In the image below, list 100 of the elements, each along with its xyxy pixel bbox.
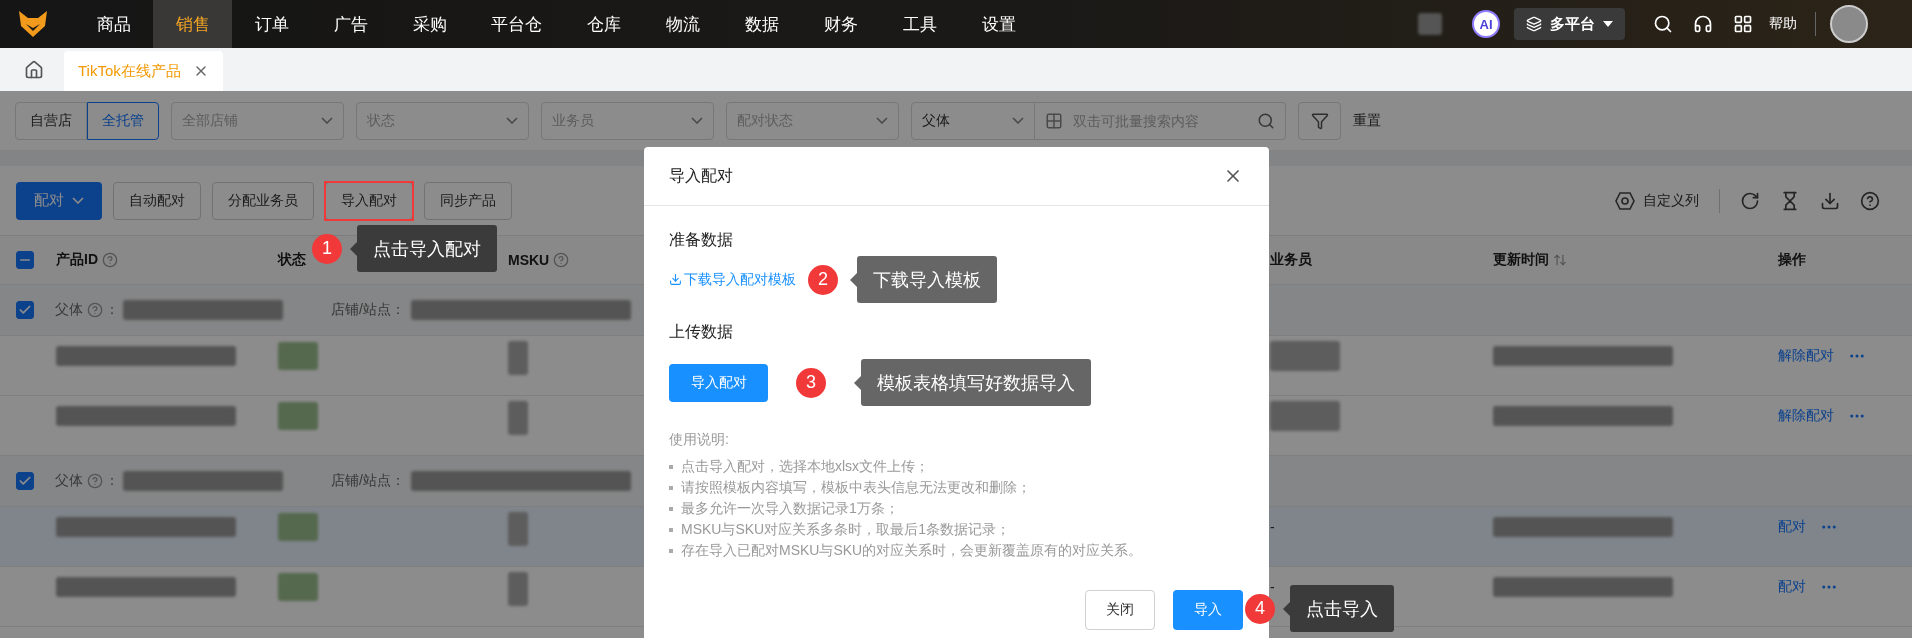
import-button[interactable]: 导入 bbox=[1173, 590, 1243, 630]
colon-text: ： bbox=[105, 301, 119, 319]
instruction-text: MSKU与SKU对应关系多条时，取最后1条数据记录； bbox=[681, 520, 1011, 539]
redacted-block bbox=[508, 341, 528, 375]
search-icon bbox=[1257, 111, 1275, 130]
column-header: 更新时间 bbox=[1493, 251, 1549, 269]
toolbar-button[interactable]: 分配业务员 bbox=[212, 181, 314, 220]
store-label: 店铺/站点： bbox=[331, 301, 405, 319]
redacted-block bbox=[278, 513, 318, 541]
instructions-heading: 使用说明: bbox=[669, 430, 730, 449]
store-type-toggle[interactable]: 自营店 bbox=[15, 101, 87, 140]
nav-menu-item[interactable]: 平台仓 bbox=[469, 0, 564, 48]
chevron-down-icon bbox=[1012, 117, 1024, 124]
instruction-text: 请按照模板内容填写，模板中表头信息无法更改和删除； bbox=[681, 478, 1031, 497]
scope-select[interactable]: 父体 bbox=[911, 101, 1035, 140]
grid-icon[interactable] bbox=[1733, 14, 1753, 34]
download-template-link[interactable]: 下载导入配对模板 bbox=[669, 270, 796, 289]
toolbar-button[interactable]: 同步产品 bbox=[424, 181, 512, 220]
redacted-block bbox=[1270, 341, 1340, 371]
row-checkbox[interactable] bbox=[16, 472, 34, 490]
help-link[interactable]: 帮助 bbox=[1769, 15, 1797, 33]
callout-tooltip: 下载导入模板 bbox=[857, 256, 997, 303]
nav-menu-item[interactable]: 广告 bbox=[311, 0, 390, 48]
redacted-block bbox=[508, 572, 528, 606]
refresh-icon[interactable] bbox=[1740, 190, 1760, 211]
toolbar-button[interactable]: 导入配对 bbox=[325, 181, 413, 220]
help-icon[interactable] bbox=[1860, 190, 1880, 211]
custom-columns-button[interactable]: 自定义列 bbox=[1615, 190, 1699, 211]
action-link[interactable]: 配对 bbox=[1778, 578, 1806, 596]
import-pairing-button[interactable]: 导入配对 bbox=[669, 363, 768, 402]
help-icon[interactable] bbox=[102, 252, 118, 268]
section-heading: 上传数据 bbox=[669, 322, 734, 342]
action-link[interactable]: 解除配对 bbox=[1778, 407, 1834, 425]
hexagon-icon bbox=[1615, 190, 1635, 211]
search-icon[interactable] bbox=[1653, 14, 1673, 34]
redacted-block bbox=[508, 512, 528, 546]
callout-tooltip: 模板表格填写好数据导入 bbox=[861, 359, 1091, 406]
nav-menu-item[interactable]: 订单 bbox=[232, 0, 311, 48]
instruction-text: 存在导入已配对MSKU与SKU的对应关系时，会更新覆盖原有的对应关系。 bbox=[681, 541, 1143, 560]
step-badge: 3 bbox=[796, 367, 826, 398]
column-header: 状态 bbox=[278, 251, 306, 269]
redacted-block bbox=[278, 402, 318, 430]
select-all-checkbox[interactable] bbox=[16, 251, 34, 269]
redacted-block bbox=[508, 401, 528, 435]
dialog-title: 导入配对 bbox=[669, 165, 733, 186]
filter-button[interactable] bbox=[1298, 101, 1341, 140]
callout-tooltip: 点击导入 bbox=[1290, 585, 1394, 632]
check-icon bbox=[18, 474, 32, 488]
column-header: 业务员 bbox=[1270, 251, 1312, 269]
toolbar-button[interactable]: 自动配对 bbox=[113, 181, 201, 220]
home-icon[interactable] bbox=[24, 60, 44, 80]
column-header: 操作 bbox=[1778, 251, 1806, 269]
pair-dropdown-button[interactable]: 配对 bbox=[16, 181, 102, 220]
download-icon[interactable] bbox=[1820, 190, 1840, 211]
redacted-block bbox=[278, 342, 318, 370]
layers-icon bbox=[1526, 16, 1542, 32]
nav-menu-item[interactable]: 采购 bbox=[390, 0, 469, 48]
nav-menu-item[interactable]: 设置 bbox=[959, 0, 1038, 48]
action-link[interactable]: 解除配对 bbox=[1778, 347, 1834, 365]
parent-label: 父体 bbox=[55, 472, 83, 490]
callout-pointer-icon bbox=[350, 241, 357, 256]
download-icon bbox=[669, 273, 682, 286]
help-icon[interactable] bbox=[553, 252, 570, 268]
redacted-block bbox=[278, 573, 318, 601]
avatar[interactable] bbox=[1830, 5, 1868, 43]
salesperson-text: - bbox=[1270, 519, 1275, 535]
callout-pointer-icon bbox=[850, 272, 857, 287]
row-checkbox[interactable] bbox=[16, 301, 34, 319]
nav-menu-item[interactable]: 数据 bbox=[722, 0, 801, 48]
instruction-text: 点击导入配对，选择本地xlsx文件上传； bbox=[681, 457, 930, 476]
callout-tooltip: 点击导入配对 bbox=[357, 225, 497, 272]
salesperson-text: - bbox=[1270, 579, 1275, 595]
parent-label: 父体 bbox=[55, 301, 83, 319]
check-icon bbox=[18, 303, 32, 317]
headset-icon[interactable] bbox=[1693, 14, 1713, 34]
chevron-down-icon bbox=[876, 117, 888, 124]
ai-button[interactable]: AI bbox=[1472, 10, 1500, 38]
nav-menu-item[interactable]: 财务 bbox=[801, 0, 880, 48]
section-heading: 准备数据 bbox=[669, 230, 734, 250]
filter-icon bbox=[1310, 111, 1329, 130]
fox-logo-icon bbox=[17, 9, 49, 39]
chevron-down-icon bbox=[72, 197, 84, 204]
nav-menu-item[interactable]: 仓库 bbox=[564, 0, 643, 48]
nav-menu-item[interactable]: 销售 bbox=[153, 0, 232, 48]
redacted-block bbox=[1270, 401, 1340, 431]
chevron-down-icon bbox=[321, 117, 333, 124]
store-type-toggle[interactable]: 全托管 bbox=[87, 101, 159, 140]
action-link[interactable]: 配对 bbox=[1778, 518, 1806, 536]
nav-menu-item[interactable]: 商品 bbox=[74, 0, 153, 48]
caret-icon bbox=[1603, 21, 1613, 27]
callout-pointer-icon bbox=[1283, 601, 1290, 616]
callout-pointer-icon bbox=[854, 375, 861, 390]
chevron-down-icon bbox=[506, 117, 518, 124]
nav-menu-item[interactable]: 工具 bbox=[880, 0, 959, 48]
reset-link[interactable]: 重置 bbox=[1353, 111, 1381, 130]
close-button[interactable]: 关闭 bbox=[1085, 590, 1155, 630]
platform-dropdown[interactable]: 多平台 bbox=[1514, 8, 1625, 40]
column-header: MSKU bbox=[508, 252, 550, 268]
nav-menu-item[interactable]: 物流 bbox=[643, 0, 722, 48]
hourglass-icon[interactable] bbox=[1780, 190, 1800, 211]
